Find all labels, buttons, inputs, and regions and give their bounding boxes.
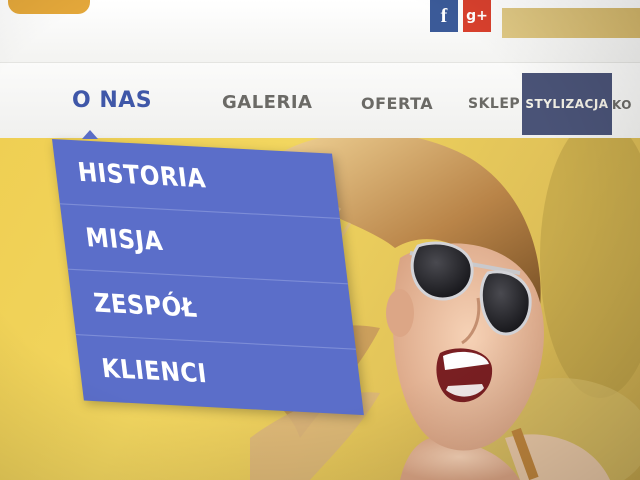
facebook-icon[interactable]: f: [430, 0, 458, 32]
nav-item-sklep[interactable]: SKLEP: [468, 96, 520, 112]
header-banner-strip: [502, 8, 640, 38]
nav-item-o-nas[interactable]: O NAS: [72, 88, 152, 113]
nav-item-galeria[interactable]: GALERIA: [222, 92, 312, 113]
dropdown-caret: [82, 130, 98, 139]
nav-item-oferta[interactable]: OFERTA: [361, 94, 433, 113]
o-nas-dropdown-menu: HISTORIA MISJA ZESPÓŁ KLIENCI: [52, 139, 364, 416]
dropdown-item-klienci[interactable]: KLIENCI: [76, 335, 364, 414]
nav-item-stylizacja[interactable]: STYLIZACJA: [522, 73, 612, 135]
browser-viewport: f g+ O NAS GALERIA OFERTA SKLEP STYLIZAC…: [0, 0, 640, 480]
main-navigation: O NAS GALERIA OFERTA SKLEP STYLIZACJA KO: [0, 62, 640, 139]
site-header: f g+: [0, 0, 640, 62]
google-plus-icon[interactable]: g+: [463, 0, 491, 32]
nav-item-kontakt-partial[interactable]: KO: [612, 98, 632, 112]
site-logo[interactable]: [8, 0, 90, 14]
